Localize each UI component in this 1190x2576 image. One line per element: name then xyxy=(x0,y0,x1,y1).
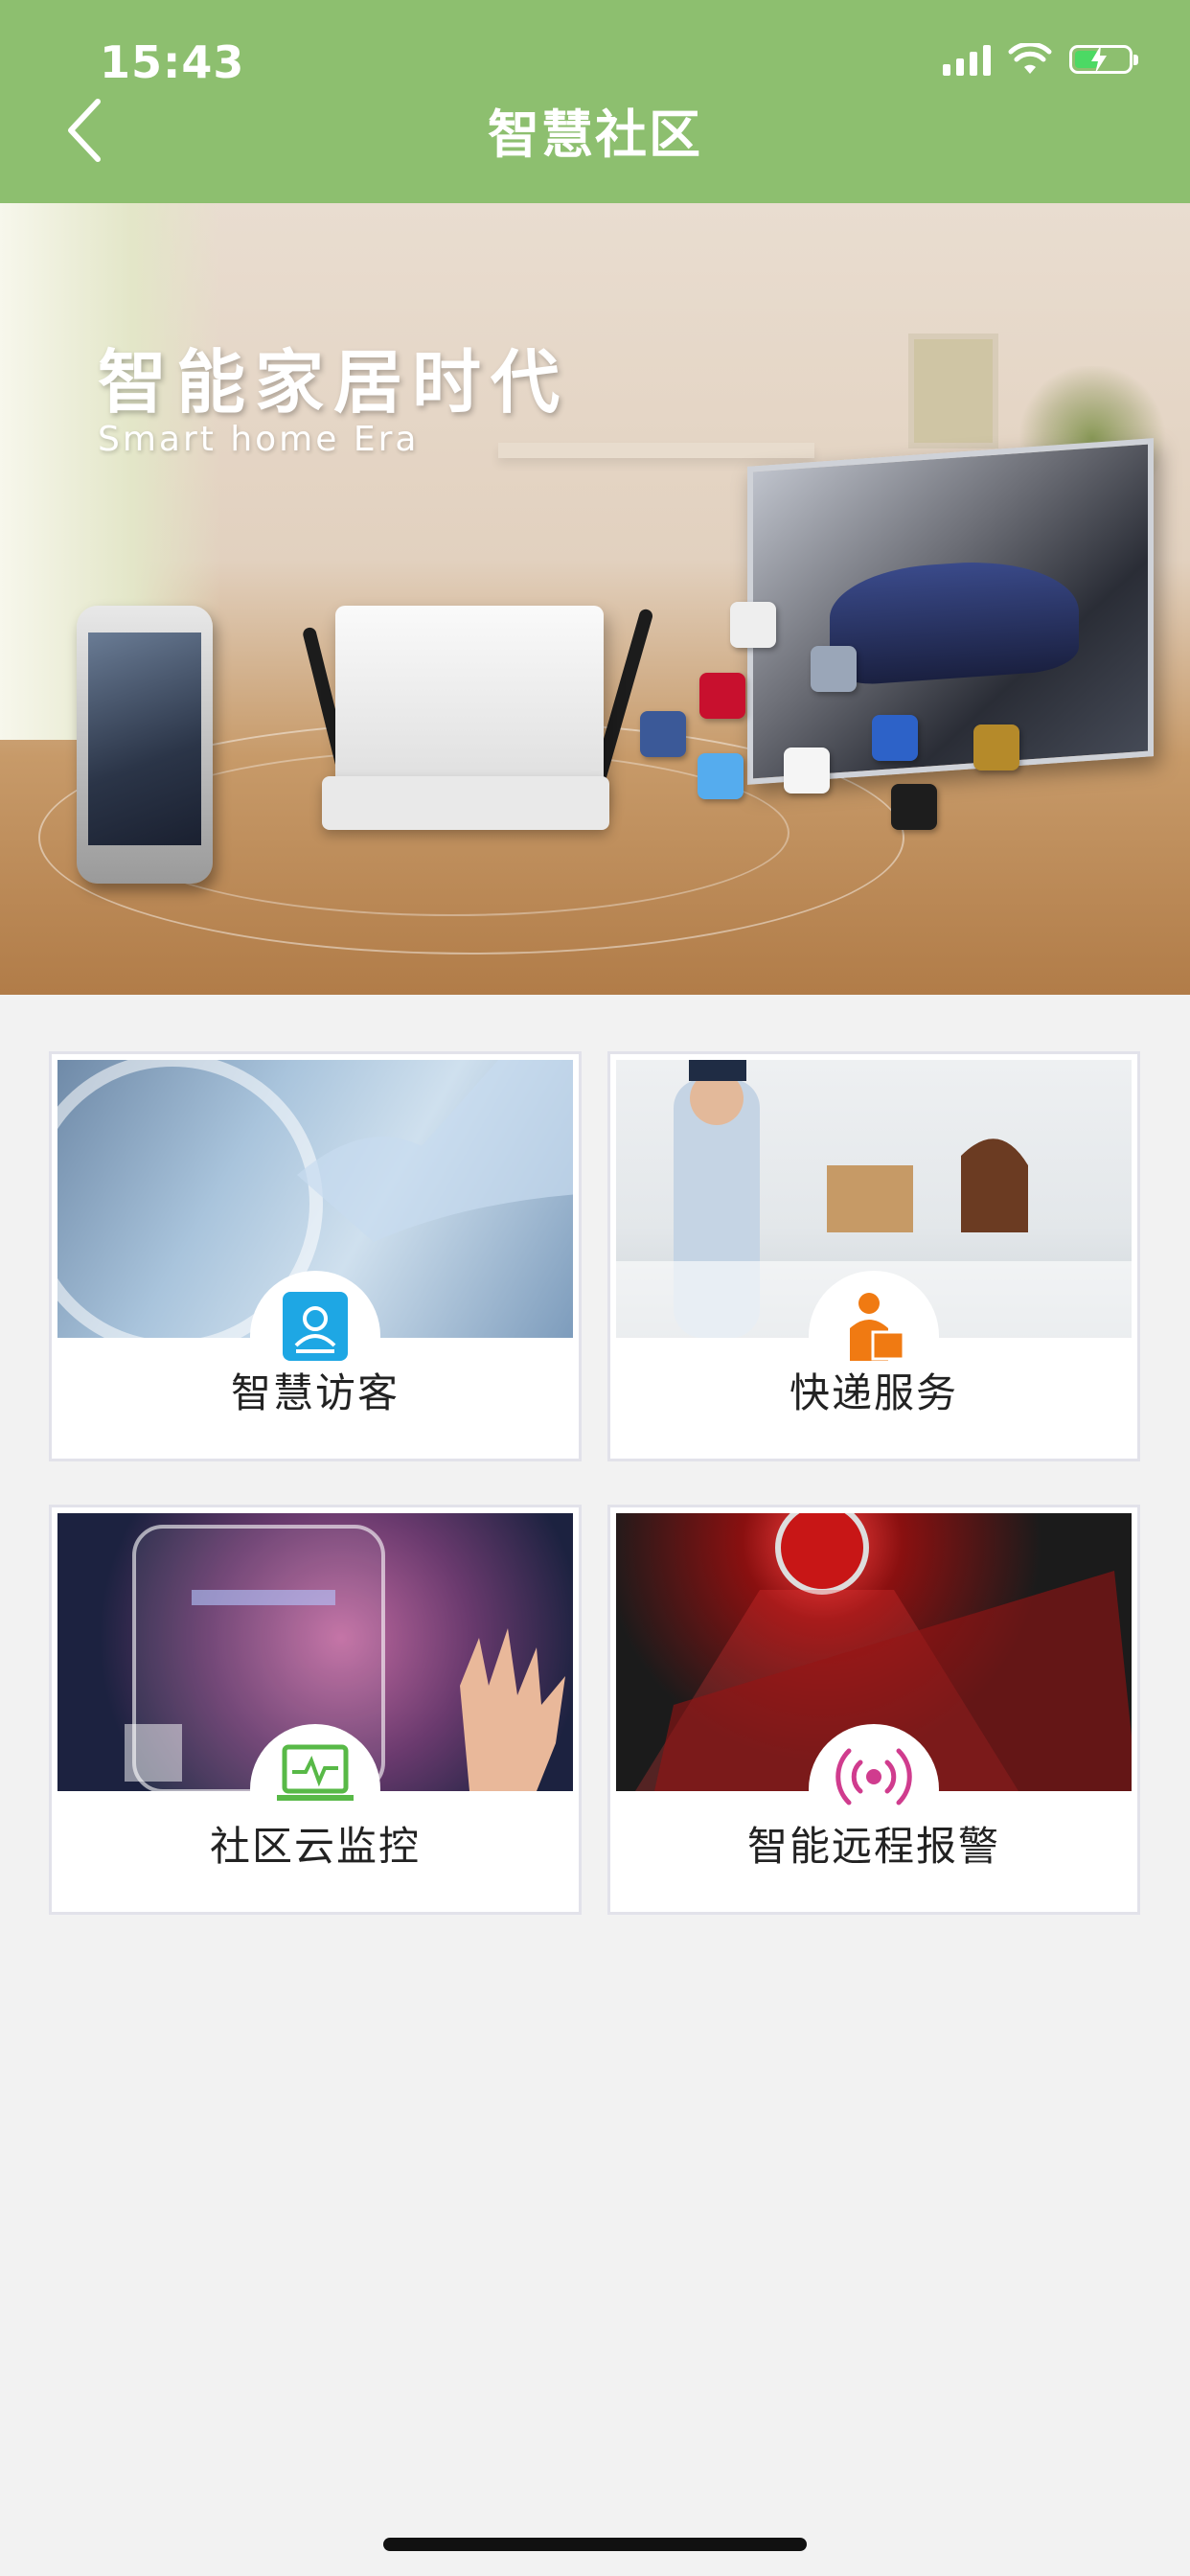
youtube-icon xyxy=(730,602,776,648)
visitor-card-icon xyxy=(283,1292,348,1361)
status-time: 15:43 xyxy=(100,36,245,88)
game-icon xyxy=(811,646,857,692)
router-image xyxy=(322,606,609,830)
facebook-icon xyxy=(640,711,686,757)
home-indicator[interactable] xyxy=(383,2538,807,2551)
battery-icon xyxy=(1069,45,1138,74)
promo-banner[interactable]: 智能家居时代 Smart home Era xyxy=(0,203,1190,995)
google-icon xyxy=(872,715,918,761)
wifi-icon xyxy=(1008,43,1052,74)
cellular-signal-icon xyxy=(943,43,991,76)
app-icon xyxy=(973,724,1019,770)
tv-image xyxy=(747,438,1154,785)
banner-heading: 智能家居时代 xyxy=(98,342,570,423)
service-card-alarm[interactable]: 智能远程报警 xyxy=(607,1505,1140,1915)
monitor-icon xyxy=(277,1744,354,1801)
service-card-monitor[interactable]: 社区云监控 xyxy=(49,1505,582,1915)
movie-icon xyxy=(699,673,745,719)
app-header: 15:43 智慧社区 xyxy=(0,0,1190,203)
smartphone-image xyxy=(77,606,213,884)
status-icons xyxy=(943,40,1138,79)
page-title: 智慧社区 xyxy=(488,104,702,165)
service-card-visitor[interactable]: 智慧访客 xyxy=(49,1051,582,1461)
twitter-icon xyxy=(698,753,744,799)
service-label: 社区云监控 xyxy=(209,1823,421,1870)
service-label: 快递服务 xyxy=(789,1369,958,1416)
ea-icon xyxy=(891,784,937,830)
banner-subheading: Smart home Era xyxy=(98,420,420,459)
flickr-icon xyxy=(784,748,830,794)
broadcast-icon xyxy=(835,1748,912,1806)
service-card-express[interactable]: 快递服务 xyxy=(607,1051,1140,1461)
courier-icon xyxy=(850,1293,905,1361)
service-label: 智慧访客 xyxy=(230,1369,400,1416)
service-label: 智能远程报警 xyxy=(746,1823,1000,1870)
